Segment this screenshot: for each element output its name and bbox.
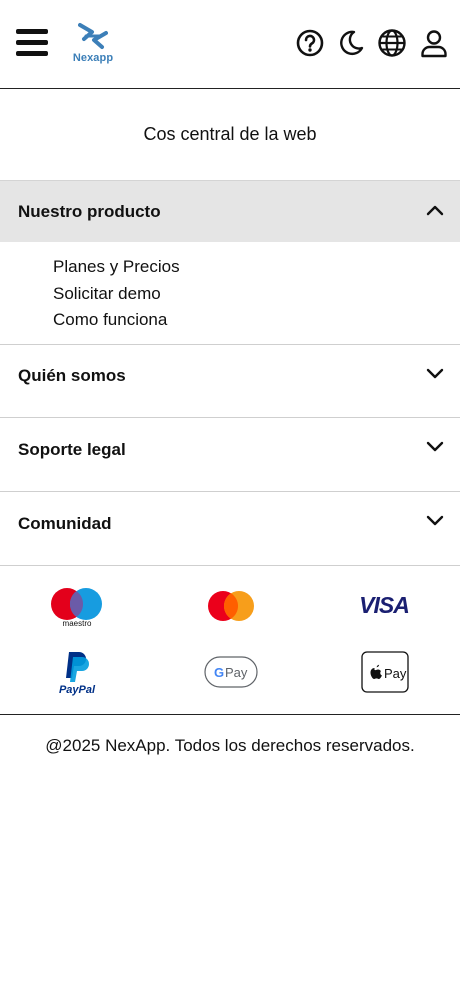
accordion-comunidad: Comunidad (0, 492, 460, 566)
applepay-text: Pay (384, 666, 407, 681)
accordion-soporte-legal: Soporte legal (0, 418, 460, 492)
chevron-down-icon (424, 509, 446, 531)
maestro-logo: maestro (50, 586, 104, 628)
site-tagline: Cos central de la web (143, 124, 317, 144)
chevron-up-icon (424, 200, 446, 222)
paypal-logo: PayPal (52, 650, 102, 696)
accordion-title: Nuestro producto (18, 202, 161, 221)
language-icon[interactable] (377, 28, 407, 58)
payment-methods: maestro VISA PayPal G Pay Pay (0, 566, 460, 715)
site-header: Nexapp (0, 0, 460, 89)
help-icon[interactable] (295, 28, 325, 58)
svg-text:G: G (214, 665, 224, 680)
paypal-text: PayPal (59, 684, 96, 696)
visa-logo: VISA (358, 592, 410, 618)
nexapp-logo[interactable]: Nexapp (70, 22, 116, 66)
accordion-quien-somos: Quién somos (0, 345, 460, 418)
accordion-nuestro-producto: Nuestro producto Planes y Precios Solici… (0, 180, 460, 345)
accordion-title: Soporte legal (18, 440, 126, 459)
gpay-text: Pay (225, 665, 248, 680)
apple-pay-logo: Pay (361, 651, 409, 693)
chevron-down-icon (424, 435, 446, 457)
visa-text: VISA (359, 592, 409, 618)
maestro-text: maestro (63, 619, 92, 628)
chevron-down-icon (424, 362, 446, 384)
nexapp-logo-mark (78, 23, 108, 49)
link-como-funciona[interactable]: Como funciona (53, 310, 167, 330)
accordion-title: Comunidad (18, 514, 112, 533)
dark-mode-icon[interactable] (336, 28, 366, 58)
user-icon[interactable] (419, 28, 449, 58)
google-pay-logo: G Pay (204, 656, 258, 688)
mastercard-logo (207, 590, 255, 622)
logo-text: Nexapp (72, 52, 114, 64)
menu-icon[interactable] (16, 28, 48, 58)
link-planes-y-precios[interactable]: Planes y Precios (53, 257, 180, 277)
link-solicitar-demo[interactable]: Solicitar demo (53, 284, 161, 304)
copyright-text: @2025 NexApp. Todos los derechos reserva… (45, 736, 415, 755)
accordion-header-comunidad[interactable]: Comunidad (0, 492, 460, 565)
accordion-header-quien-somos[interactable]: Quién somos (0, 345, 460, 417)
accordion-header-nuestro-producto[interactable]: Nuestro producto (0, 180, 460, 242)
accordion-title: Quién somos (18, 366, 126, 385)
accordion-header-soporte-legal[interactable]: Soporte legal (0, 418, 460, 491)
